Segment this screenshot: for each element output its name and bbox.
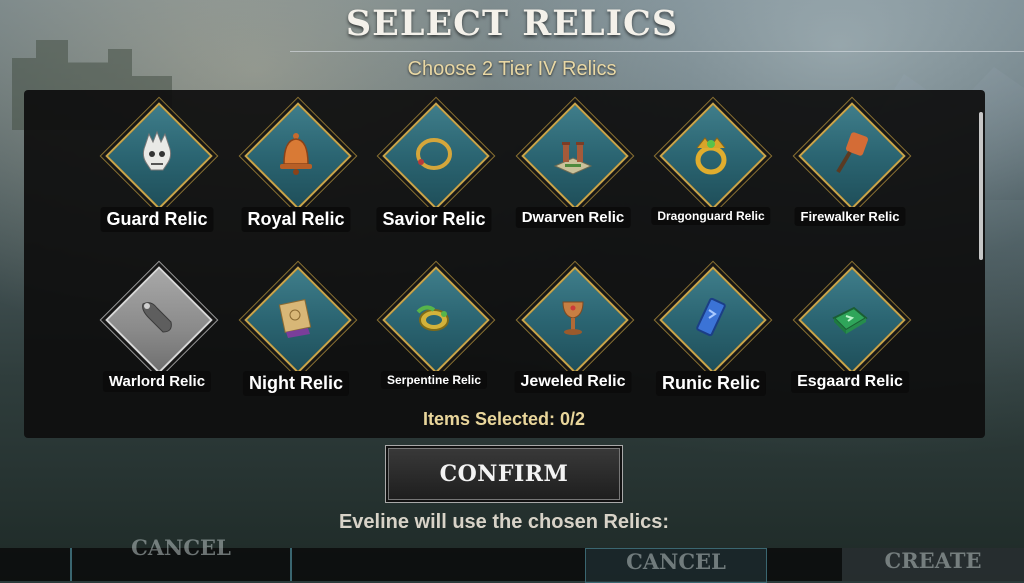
- page-subtitle: Choose 2 Tier IV Relics: [407, 58, 617, 80]
- goblet-icon: [562, 301, 584, 335]
- relic-label: Guard Relic: [100, 207, 214, 232]
- relic-runic[interactable]: Runic Relic: [655, 266, 767, 398]
- hero-relic-info: Eveline will use the chosen Relics:: [338, 511, 670, 533]
- relic-jeweled[interactable]: Jeweled Relic: [514, 266, 632, 398]
- pillars-icon: [553, 142, 593, 175]
- relic-guard[interactable]: Guard Relic: [100, 102, 214, 234]
- relic-dwarven[interactable]: Dwarven Relic: [515, 102, 631, 234]
- background-cancel-button: CANCEL: [585, 548, 767, 583]
- relic-label: Serpentine Relic: [380, 371, 488, 389]
- background-cancel-button-left: CANCEL: [70, 537, 292, 581]
- items-selected-counter: Items Selected: 0/2: [422, 409, 586, 429]
- background-create-button: CREATE: [842, 548, 1024, 581]
- confirm-button[interactable]: CONFIRM: [385, 445, 623, 503]
- torch-icon: [836, 132, 869, 174]
- relic-label: Night Relic: [242, 371, 350, 396]
- blue-rune-icon: [696, 297, 726, 337]
- relic-firewalker[interactable]: Firewalker Relic: [794, 102, 906, 234]
- relic-dragonguard[interactable]: Dragonguard Relic: [651, 102, 771, 234]
- relic-label: Firewalker Relic: [794, 207, 906, 226]
- relic-label: Runic Relic: [655, 371, 767, 396]
- green-tablet-icon: [832, 306, 868, 334]
- serpent-bracelet-icon: [416, 305, 449, 331]
- relic-savior[interactable]: Savior Relic: [376, 102, 492, 234]
- relic-label: Jeweled Relic: [514, 371, 632, 393]
- ring-icon: [416, 138, 452, 170]
- relic-label: Esgaard Relic: [791, 371, 909, 393]
- relic-serpentine[interactable]: Serpentine Relic: [379, 266, 490, 398]
- relic-label: Savior Relic: [376, 207, 492, 232]
- relic-royal[interactable]: Royal Relic: [241, 102, 352, 234]
- scroll-tag-icon: [142, 302, 172, 333]
- relic-label: Warlord Relic: [102, 371, 212, 392]
- panel-scrollbar[interactable]: [979, 112, 983, 260]
- bell-icon: [280, 133, 312, 175]
- relic-night[interactable]: Night Relic: [241, 266, 352, 398]
- parchment-icon: [278, 299, 312, 338]
- relic-label: Dwarven Relic: [515, 207, 631, 228]
- gold-ring-icon: [695, 137, 727, 175]
- relic-esgaard[interactable]: Esgaard Relic: [791, 266, 909, 398]
- page-title: SELECT RELICS: [345, 3, 679, 44]
- header-divider: [290, 51, 1024, 52]
- skull-helm-icon: [142, 130, 172, 171]
- relic-label: Royal Relic: [241, 207, 351, 232]
- relic-label: Dragonguard Relic: [651, 207, 771, 225]
- relic-warlord[interactable]: Warlord Relic: [102, 266, 213, 398]
